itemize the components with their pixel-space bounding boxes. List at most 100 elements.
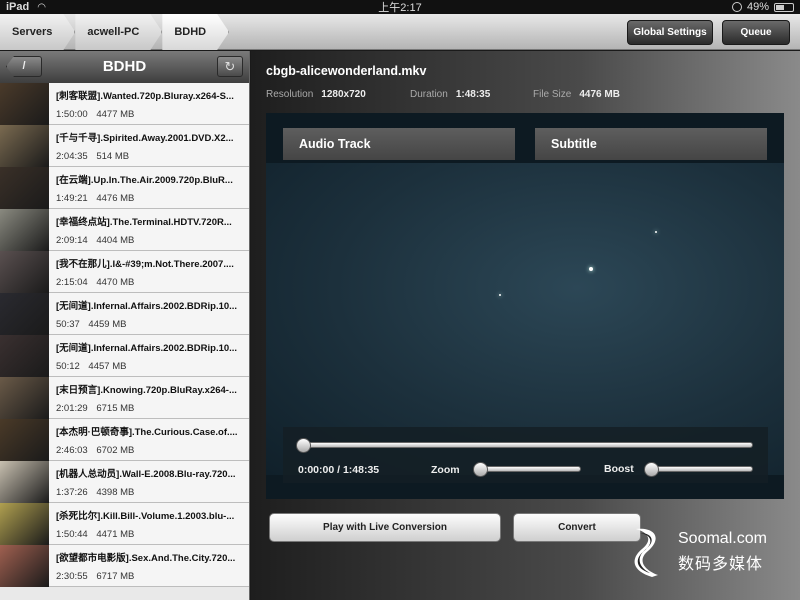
list-item-size: 4477 MB: [96, 109, 135, 120]
list-item-text: [杀死比尔].Kill.Bill-.Volume.1.2003.blu-... 1…: [49, 503, 249, 544]
filesize-label: File Size: [533, 89, 572, 100]
list-item-size: 4471 MB: [96, 529, 135, 540]
list-item[interactable]: [千与千寻].Spirited.Away.2001.DVD.X2... 2:04:…: [0, 125, 249, 167]
boost-slider-handle[interactable]: [644, 462, 659, 477]
list-item-size: 4404 MB: [96, 235, 135, 246]
zoom-slider-handle[interactable]: [473, 462, 488, 477]
duration-value: 1:48:35: [455, 89, 491, 100]
list-item-text: [机器人总动员].Wall-E.2008.Blu-ray.720... 1:37:…: [49, 461, 249, 502]
list-item-title: [我不在那儿].I&-#39;m.Not.There.2007....: [56, 259, 234, 270]
list-item-duration: 2:46:03: [56, 445, 88, 456]
list-item-meta: 1:37:26 4398 MB: [56, 487, 249, 498]
time-readout: 0:00:00 / 1:48:35: [298, 464, 380, 476]
watermark-site: Soomal.com: [678, 530, 767, 547]
list-item[interactable]: [无间道].Infernal.Affairs.2002.BDRip.10... 5…: [0, 335, 249, 377]
duration-label: Duration: [410, 89, 448, 100]
crumb-acwell-pc[interactable]: acwell-PC: [75, 14, 162, 50]
duration-info: Duration 1:48:35: [410, 89, 490, 100]
list-item-text: [我不在那儿].I&-#39;m.Not.There.2007.... 2:15:…: [49, 251, 249, 292]
list-item-size: 4470 MB: [96, 277, 135, 288]
list-item[interactable]: [末日预言].Knowing.720p.BluRay.x264-... 2:01:…: [0, 377, 249, 419]
detail-pane: cbgb-alicewonderland.mkv Resolution 1280x…: [251, 51, 800, 600]
list-item[interactable]: [机器人总动员].Wall-E.2008.Blu-ray.720... 1:37:…: [0, 461, 249, 503]
list-item-duration: 2:01:29: [56, 403, 88, 414]
list-item-text: [无间道].Infernal.Affairs.2002.BDRip.10... 5…: [49, 335, 249, 376]
list-item-duration: 1:50:00: [56, 109, 88, 120]
list-item[interactable]: [本杰明·巴顿奇事].The.Curious.Case.of.... 2:46:0…: [0, 419, 249, 461]
list-item-text: [在云端].Up.In.The.Air.2009.720p.BluR... 1:4…: [49, 167, 249, 208]
global-settings-button[interactable]: Global Settings: [627, 20, 713, 45]
list-item[interactable]: [在云端].Up.In.The.Air.2009.720p.BluR... 1:4…: [0, 167, 249, 209]
list-item-title: [杀死比尔].Kill.Bill-.Volume.1.2003.blu-...: [56, 511, 235, 522]
list-item-text: [无间道].Infernal.Affairs.2002.BDRip.10... 5…: [49, 293, 249, 334]
list-item-duration: 1:37:26: [56, 487, 88, 498]
play-live-conversion-button[interactable]: Play with Live Conversion: [269, 513, 501, 542]
boost-slider[interactable]: [646, 466, 753, 472]
list-item-size: 4459 MB: [88, 319, 127, 330]
top-navbar: Servers acwell-PC BDHD Global Settings Q…: [0, 14, 800, 50]
list-item-meta: 2:04:35 514 MB: [56, 151, 249, 162]
video-thumbnail: [0, 461, 49, 503]
queue-button[interactable]: Queue: [722, 20, 790, 45]
star-glint: [589, 267, 593, 271]
list-item-title: [无间道].Infernal.Affairs.2002.BDRip.10...: [56, 301, 238, 312]
watermark-logo: [634, 528, 658, 577]
video-thumbnail: [0, 167, 49, 209]
video-thumbnail: [0, 503, 49, 545]
file-list-header: / BDHD ↻: [0, 51, 249, 83]
device-name: iPad: [6, 1, 30, 13]
breadcrumb: Servers acwell-PC BDHD: [0, 14, 229, 50]
list-item[interactable]: [幸福终点站].The.Terminal.HDTV.720R... 2:09:14…: [0, 209, 249, 251]
list-item-text: [幸福终点站].The.Terminal.HDTV.720R... 2:09:14…: [49, 209, 249, 250]
list-item-title: [末日预言].Knowing.720p.BluRay.x264-...: [56, 385, 237, 396]
audio-track-button[interactable]: Audio Track: [283, 128, 515, 160]
star-glint: [499, 294, 501, 296]
video-thumbnail: [0, 377, 49, 419]
list-item-meta: 2:46:03 6702 MB: [56, 445, 249, 456]
status-time: 上午2:17: [378, 2, 422, 14]
crumb-bdhd[interactable]: BDHD: [162, 14, 229, 50]
battery-percent: 49%: [746, 1, 769, 13]
list-item-duration: 2:04:35: [56, 151, 88, 162]
watermark-tagline: 数码多媒体: [678, 556, 764, 573]
seek-bar[interactable]: [298, 442, 753, 448]
list-item-meta: 1:50:44 4471 MB: [56, 529, 249, 540]
list-item-meta: 1:49:21 4476 MB: [56, 193, 249, 204]
list-item-duration: 2:30:55: [56, 571, 88, 582]
video-thumbnail: [0, 293, 49, 335]
zoom-label: Zoom: [431, 464, 460, 476]
refresh-icon[interactable]: ↻: [217, 56, 243, 77]
list-item[interactable]: [我不在那儿].I&-#39;m.Not.There.2007.... 2:15:…: [0, 251, 249, 293]
list-item-meta: 1:50:00 4477 MB: [56, 109, 249, 120]
list-item[interactable]: [无间道].Infernal.Affairs.2002.BDRip.10... 5…: [0, 293, 249, 335]
list-item-text: [末日预言].Knowing.720p.BluRay.x264-... 2:01:…: [49, 377, 249, 418]
status-bar: iPad ◠ 上午2:17 49%: [0, 0, 800, 14]
crumb-servers[interactable]: Servers: [0, 14, 75, 50]
list-item-title: [幸福终点站].The.Terminal.HDTV.720R...: [56, 217, 232, 228]
orientation-lock-icon: [731, 2, 742, 12]
list-item-title: [机器人总动员].Wall-E.2008.Blu-ray.720...: [56, 469, 236, 480]
filesize-info: File Size 4476 MB: [533, 89, 620, 100]
video-thumbnail: [0, 209, 49, 251]
list-item-size: 4476 MB: [96, 193, 135, 204]
zoom-slider[interactable]: [475, 466, 581, 472]
list-item-duration: 50:12: [56, 361, 80, 372]
list-item-text: [本杰明·巴顿奇事].The.Curious.Case.of.... 2:46:0…: [49, 419, 249, 460]
seek-slider-handle[interactable]: [296, 438, 311, 453]
list-item-size: 4457 MB: [88, 361, 127, 372]
list-item-meta: 2:30:55 6717 MB: [56, 571, 249, 582]
list-item[interactable]: [欲望都市电影版].Sex.And.The.City.720... 2:30:55…: [0, 545, 249, 587]
list-item-duration: 1:50:44: [56, 529, 88, 540]
playback-controls: 0:00:00 / 1:48:35 Zoom Boost: [283, 427, 768, 483]
list-item-size: 6715 MB: [96, 403, 135, 414]
list-item-duration: 50:37: [56, 319, 80, 330]
list-item-meta: 50:12 4457 MB: [56, 361, 249, 372]
list-item-meta: 2:01:29 6715 MB: [56, 403, 249, 414]
subtitle-button[interactable]: Subtitle: [535, 128, 767, 160]
list-item[interactable]: [刺客联盟].Wanted.720p.Bluray.x264-S... 1:50:…: [0, 83, 249, 125]
list-item-title: [无间道].Infernal.Affairs.2002.BDRip.10...: [56, 343, 238, 354]
list-item[interactable]: [杀死比尔].Kill.Bill-.Volume.1.2003.blu-... 1…: [0, 503, 249, 545]
list-item-size: 6702 MB: [96, 445, 135, 456]
list-item-meta: 2:09:14 4404 MB: [56, 235, 249, 246]
filesize-value: 4476 MB: [579, 89, 620, 100]
